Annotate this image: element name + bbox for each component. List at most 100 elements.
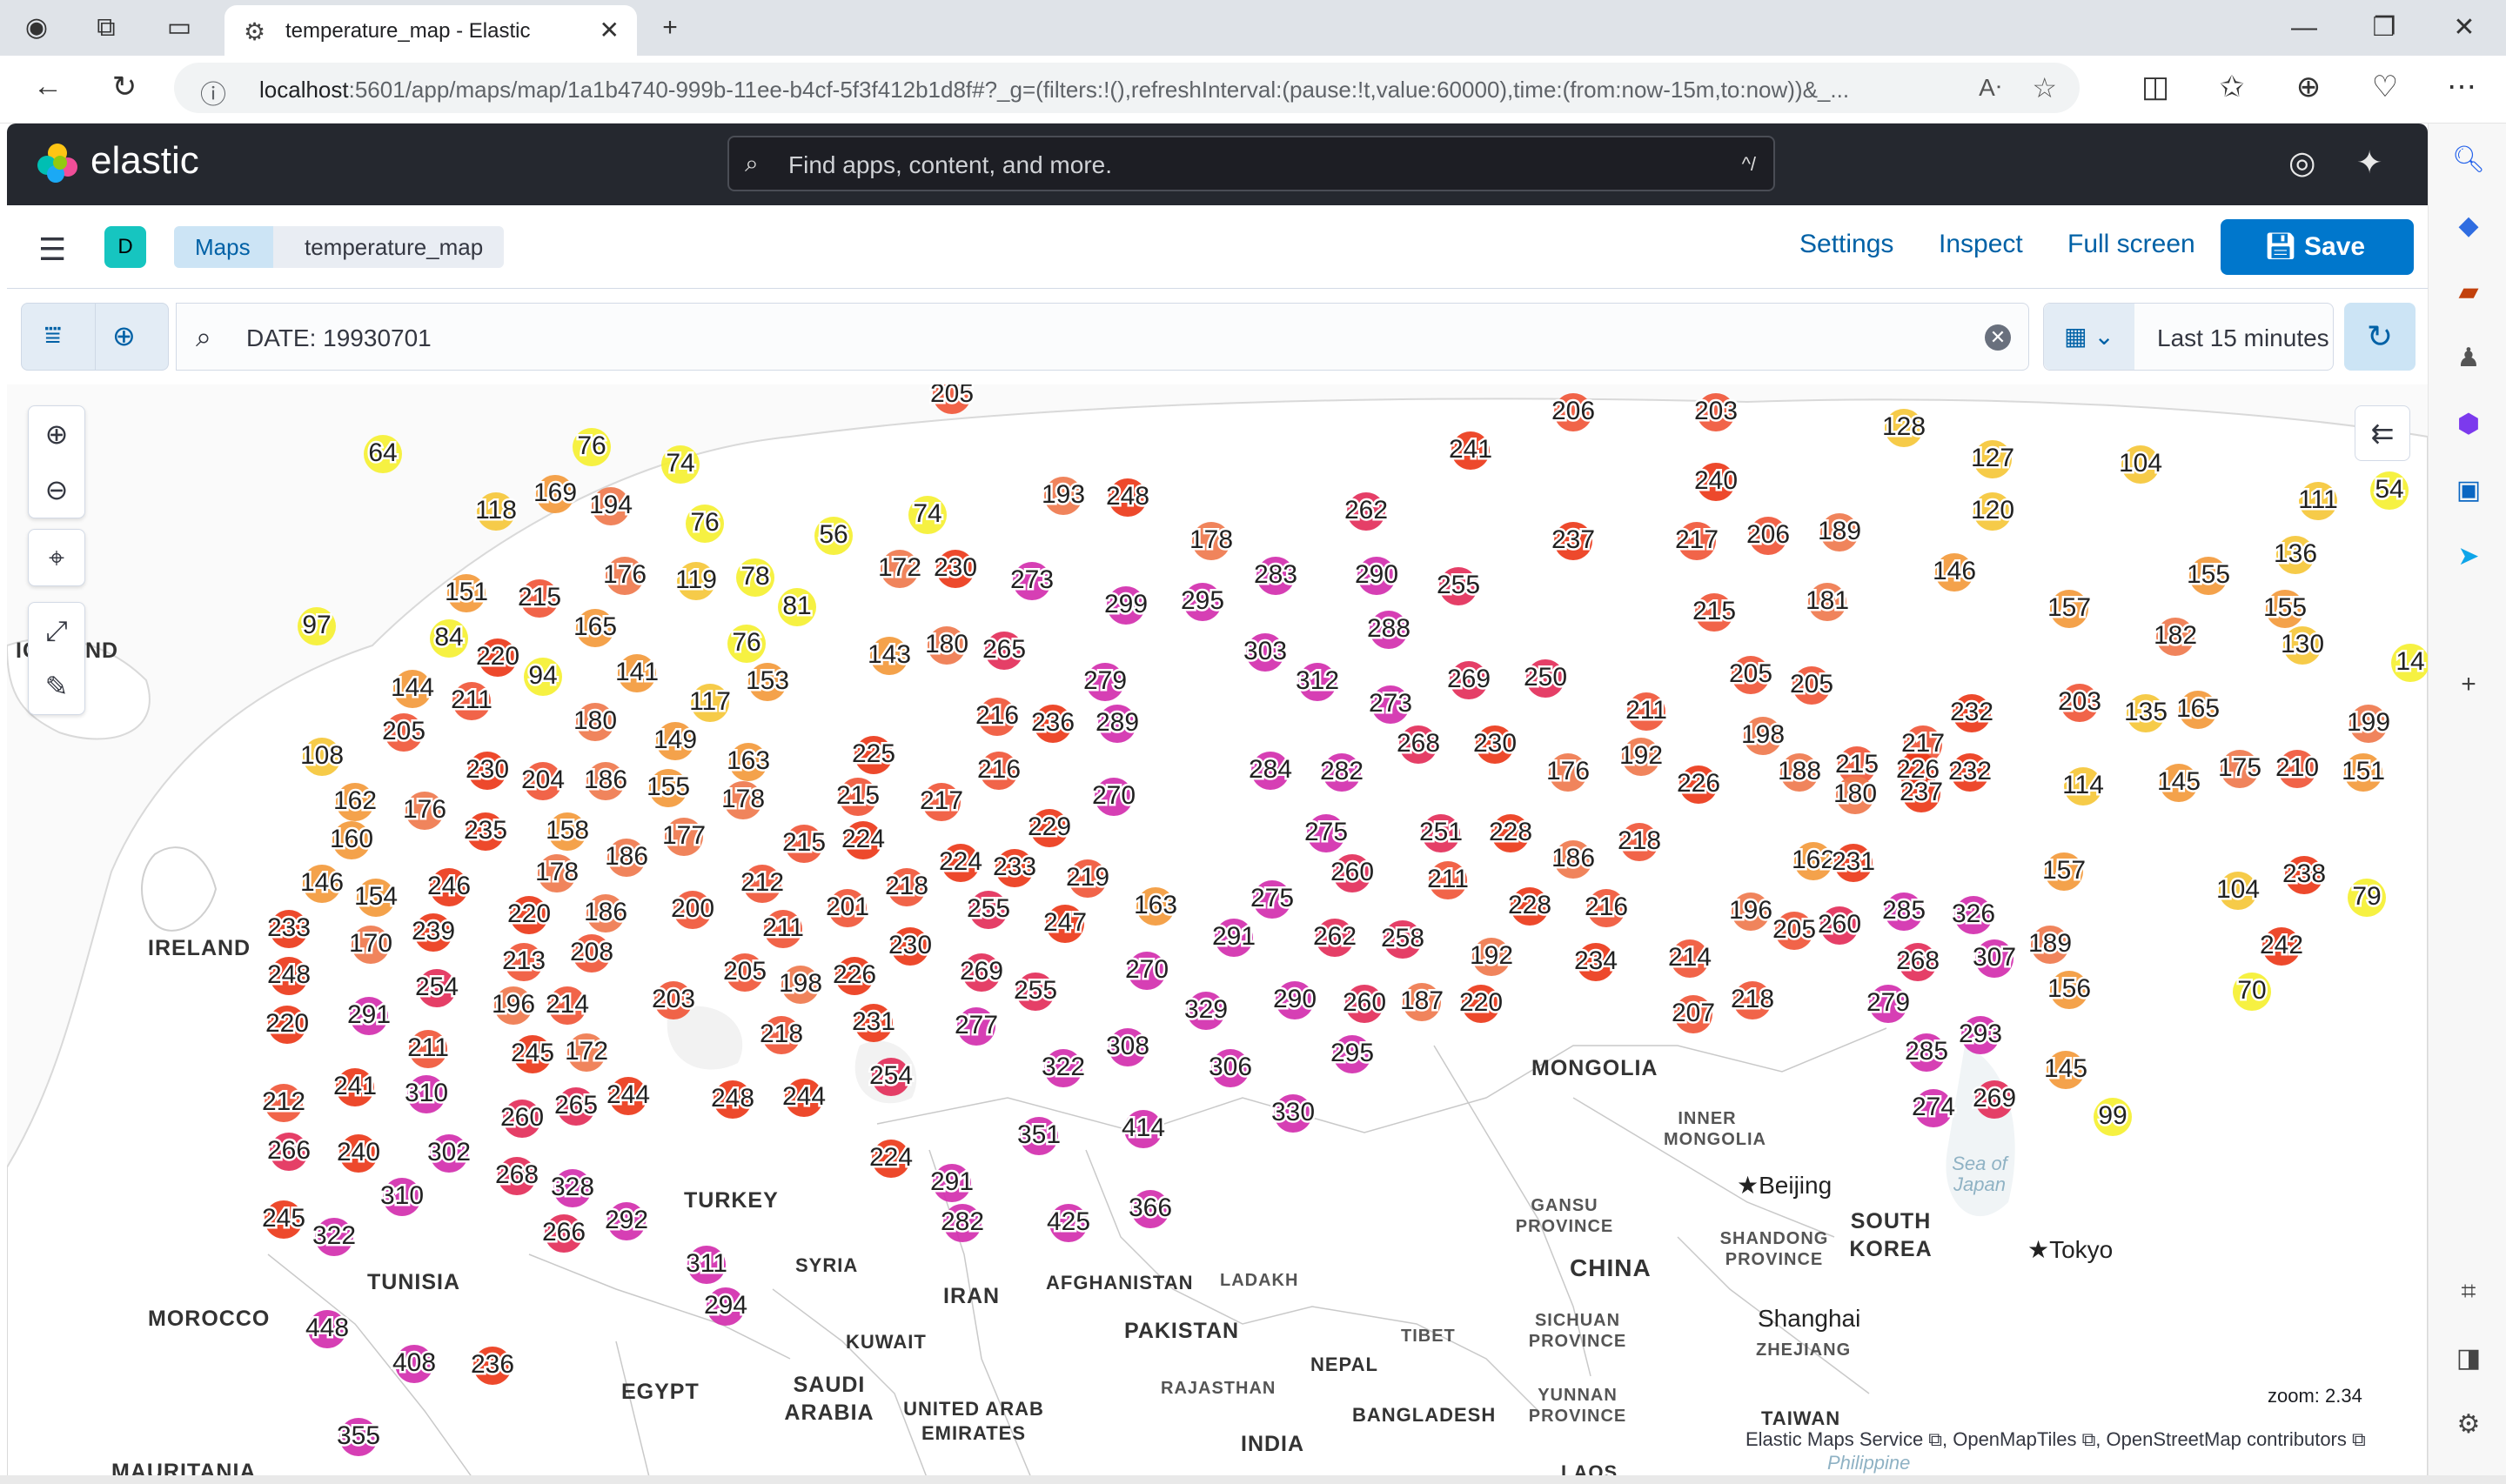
temperature-point-label: 120 [1971, 496, 2014, 525]
fit-to-data-icon[interactable]: ⤢ [29, 603, 84, 658]
elastic-logo-icon[interactable] [35, 141, 80, 186]
temperature-point-label: 233 [267, 913, 311, 942]
copilot-icon[interactable]: ⬢ [2449, 409, 2488, 439]
temperature-point-label: 144 [391, 673, 434, 702]
workspaces-icon[interactable]: ⧉ [87, 9, 125, 47]
temperature-point-label: 203 [652, 985, 695, 1013]
temperature-point-label: 130 [2281, 630, 2324, 658]
sidebar-toggle-icon[interactable]: ◨ [2449, 1343, 2488, 1374]
url-field[interactable]: ⓘ localhost:5601/app/maps/map/1a1b4740-9… [174, 63, 2080, 113]
calendar-icon[interactable]: ▦ ⌄ [2044, 304, 2134, 370]
search-icon[interactable]: 🔍︎ [2449, 144, 2488, 175]
temperature-point-label: 303 [1243, 637, 1287, 665]
temperature-point-label: 260 [1343, 988, 1386, 1017]
settings-link[interactable]: Settings [1799, 230, 1893, 259]
map-attribution[interactable]: Elastic Maps Service ⧉, OpenMapTiles ⧉, … [1745, 1428, 2366, 1451]
help-icon[interactable]: ◎ [2288, 144, 2315, 181]
temperature-point-label: 216 [975, 701, 1019, 730]
temperature-point-label: 220 [507, 899, 551, 928]
add-sidebar-icon[interactable]: + [2449, 670, 2488, 699]
temperature-point-label: 270 [1092, 781, 1136, 810]
map-label-china: CHINA [1570, 1254, 1652, 1281]
temperature-point-label: 151 [2342, 757, 2385, 785]
global-search-input[interactable]: ⌕ Find apps, content, and more. ^/ [727, 136, 1775, 191]
query-text: DATE: 19930701 [246, 324, 432, 351]
filter-menu-icon[interactable]: ⩸ [44, 319, 61, 352]
more-menu-icon[interactable]: ⋯ [2440, 70, 2483, 104]
games-icon[interactable]: ♟ [2449, 343, 2488, 373]
map-label-morocco: MOROCCO [148, 1307, 271, 1331]
hamburger-menu-icon[interactable]: ☰ [38, 231, 66, 268]
browser-tab-active[interactable]: ⚙ temperature_map - Elastic ✕ [224, 5, 637, 56]
map-canvas[interactable]: 205 64 76 74 118 169 194 76 56 74 193 248 206 203 128 5… [7, 384, 2428, 1484]
back-icon[interactable]: ← [26, 70, 70, 104]
collections-icon[interactable]: ⊕ [2287, 70, 2330, 104]
temperature-point-label: 54 [2375, 475, 2403, 504]
clear-query-icon[interactable]: ✕ [1985, 324, 2011, 351]
settings-gear-icon[interactable]: ⚙ [2449, 1409, 2488, 1440]
tab-close-icon[interactable]: ✕ [600, 16, 620, 44]
space-avatar[interactable]: D [104, 226, 146, 268]
temperature-point-label: 205 [723, 957, 767, 986]
zoom-in-icon[interactable]: ⊕ [29, 406, 84, 462]
time-range: Last 15 minutes [2157, 324, 2329, 351]
refresh-button[interactable]: ↻ [2344, 303, 2416, 371]
minimize-icon[interactable]: — [2285, 9, 2323, 47]
temperature-point-label: 291 [930, 1167, 974, 1196]
date-picker[interactable]: ▦ ⌄ Last 15 minutes [2043, 303, 2334, 371]
temperature-point-label: 135 [2124, 698, 2168, 726]
news-feed-icon[interactable]: ✦ [2356, 144, 2382, 181]
inspect-link[interactable]: Inspect [1939, 230, 2023, 259]
send-icon[interactable]: ➤ [2449, 541, 2488, 572]
breadcrumb-maps[interactable]: Maps [174, 226, 275, 268]
read-aloud-icon[interactable]: Aᐧ [1979, 73, 2001, 102]
site-info-icon[interactable]: ⓘ [200, 73, 226, 111]
temperature-point-label: 217 [1675, 525, 1719, 554]
zoom-out-icon[interactable]: ⊖ [29, 462, 84, 518]
temperature-point-label: 211 [451, 685, 492, 714]
query-input[interactable]: ⌕ DATE: 19930701 ✕ [176, 303, 2029, 371]
save-button[interactable]: 💾︎ Save [2221, 219, 2414, 275]
save-label: Save [2304, 232, 2366, 261]
temperature-point-label: 158 [546, 816, 589, 845]
temperature-point-label: 155 [647, 772, 690, 801]
favorites-icon[interactable]: ✩ [2210, 70, 2254, 104]
crosshair-icon[interactable]: ⌖ [29, 530, 84, 585]
restore-icon[interactable]: ❐ [2365, 9, 2403, 47]
temperature-point-label: 292 [605, 1206, 648, 1234]
temperature-point-label: 246 [427, 872, 471, 900]
temperature-point-label: 230 [888, 931, 932, 959]
tab-actions-icon[interactable]: ▭ [160, 9, 198, 47]
temperature-point-label: 211 [1427, 865, 1469, 893]
favorite-star-icon[interactable]: ☆ [2032, 71, 2057, 104]
map-label-yunnan: YUNNAN PROVINCE [1528, 1386, 1627, 1426]
temperature-point-label: 295 [1181, 586, 1224, 615]
screenshot-icon[interactable]: ⌗ [2449, 1277, 2488, 1307]
temperature-point-label: 233 [993, 852, 1036, 881]
outlook-icon[interactable]: ▣ [2449, 475, 2488, 505]
temperature-point-label: 176 [403, 795, 446, 824]
reload-icon[interactable]: ↻ [103, 70, 146, 104]
temperature-point-label: 244 [606, 1080, 650, 1109]
temperature-point-label: 74 [913, 499, 941, 528]
add-filter-icon[interactable]: ⊕ [112, 319, 136, 352]
full-screen-link[interactable]: Full screen [2067, 230, 2195, 259]
temperature-point-label: 99 [2098, 1101, 2127, 1130]
temperature-point-label: 226 [833, 960, 876, 989]
temperature-point-label: 258 [1381, 924, 1424, 953]
temperature-point-label: 228 [1489, 818, 1532, 846]
profile-icon[interactable]: ◉ [17, 9, 56, 47]
temperature-point-label: 269 [960, 957, 1003, 986]
map-label-tibet: TIBET [1401, 1327, 1456, 1346]
layer-control-icon[interactable]: ⇇ [2355, 405, 2410, 461]
close-window-icon[interactable]: ✕ [2445, 9, 2483, 47]
shopping-tag-icon[interactable]: ◆ [2449, 211, 2488, 241]
heart-monitor-icon[interactable]: ♡ [2363, 70, 2407, 104]
new-tab-icon[interactable]: + [651, 9, 689, 47]
toolbox-icon[interactable]: ▰ [2449, 277, 2488, 307]
draw-tools-icon[interactable]: ✎ [29, 658, 84, 714]
temperature-point-label: 248 [711, 1084, 754, 1113]
temperature-point-label: 293 [1959, 1019, 2002, 1048]
split-screen-icon[interactable]: ◫ [2134, 70, 2177, 104]
kibana-header: elastic ⌕ Find apps, content, and more. … [7, 124, 2428, 205]
